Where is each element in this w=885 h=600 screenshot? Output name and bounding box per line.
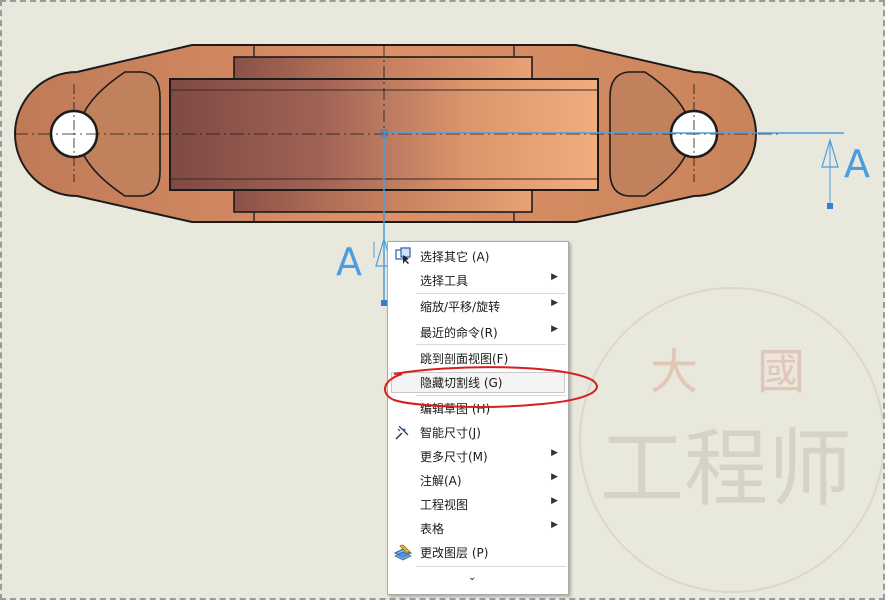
drawing-canvas[interactable]: 大 國 工程师 A A 选择其它 (A) 选择工具 ▶ 缩放/平移/旋转 ▶ 最… bbox=[0, 0, 885, 600]
red-annotation-ellipse bbox=[384, 366, 598, 408]
